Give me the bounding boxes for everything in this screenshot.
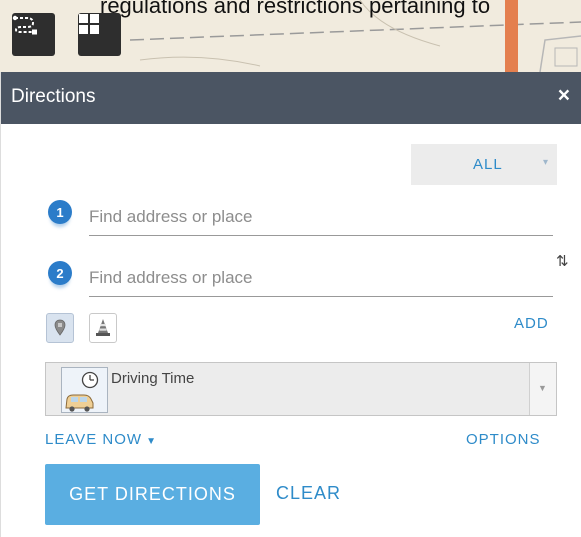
leave-now-dropdown[interactable]: LEAVE NOW ▼ bbox=[45, 431, 157, 448]
basemap-gallery-button[interactable] bbox=[78, 13, 121, 56]
impedance-select[interactable]: Driving Time ▼ bbox=[45, 362, 557, 416]
stop-marker-1: 1 bbox=[48, 200, 72, 224]
stop-input-1[interactable] bbox=[89, 198, 553, 236]
panel-title: Directions bbox=[11, 86, 96, 107]
directions-tool-button[interactable] bbox=[12, 13, 55, 56]
impedance-label: Driving Time bbox=[111, 370, 195, 387]
panel-header: Directions × bbox=[1, 72, 581, 124]
traffic-toggle-button[interactable] bbox=[89, 313, 117, 343]
stop-marker-2: 2 bbox=[48, 261, 72, 285]
add-stop-link[interactable]: ADD bbox=[514, 315, 549, 332]
directions-panel: Directions × ALL ▾ 1 2 ⇅ ADD bbox=[0, 72, 581, 537]
get-directions-button[interactable]: GET DIRECTIONS bbox=[45, 464, 260, 525]
chevron-down-icon: ▾ bbox=[542, 157, 548, 168]
caret-down-icon: ▼ bbox=[146, 436, 157, 447]
map-pin-toggle-button[interactable] bbox=[46, 313, 74, 343]
map-pin-icon bbox=[54, 319, 66, 336]
impedance-dropdown-arrow[interactable]: ▼ bbox=[529, 363, 556, 415]
clear-button[interactable]: CLEAR bbox=[276, 483, 341, 504]
options-link[interactable]: OPTIONS bbox=[466, 431, 541, 448]
travel-mode-select[interactable]: ALL ▾ bbox=[411, 144, 557, 185]
route-directions-icon bbox=[12, 15, 37, 35]
map-caption-text: regulations and restrictions pertaining … bbox=[100, 0, 491, 18]
driving-time-icon bbox=[61, 367, 108, 413]
leave-now-label: LEAVE NOW bbox=[45, 431, 143, 448]
basemap-gallery-icon bbox=[79, 14, 99, 34]
close-button[interactable]: × bbox=[558, 85, 570, 106]
traffic-cone-icon bbox=[96, 319, 110, 336]
stop-input-2[interactable] bbox=[89, 259, 553, 297]
travel-mode-value: ALL bbox=[473, 156, 503, 173]
map-background: regulations and restrictions pertaining … bbox=[0, 0, 581, 72]
chevron-down-icon: ▼ bbox=[538, 383, 547, 393]
reverse-stops-icon[interactable]: ⇅ bbox=[556, 252, 569, 270]
